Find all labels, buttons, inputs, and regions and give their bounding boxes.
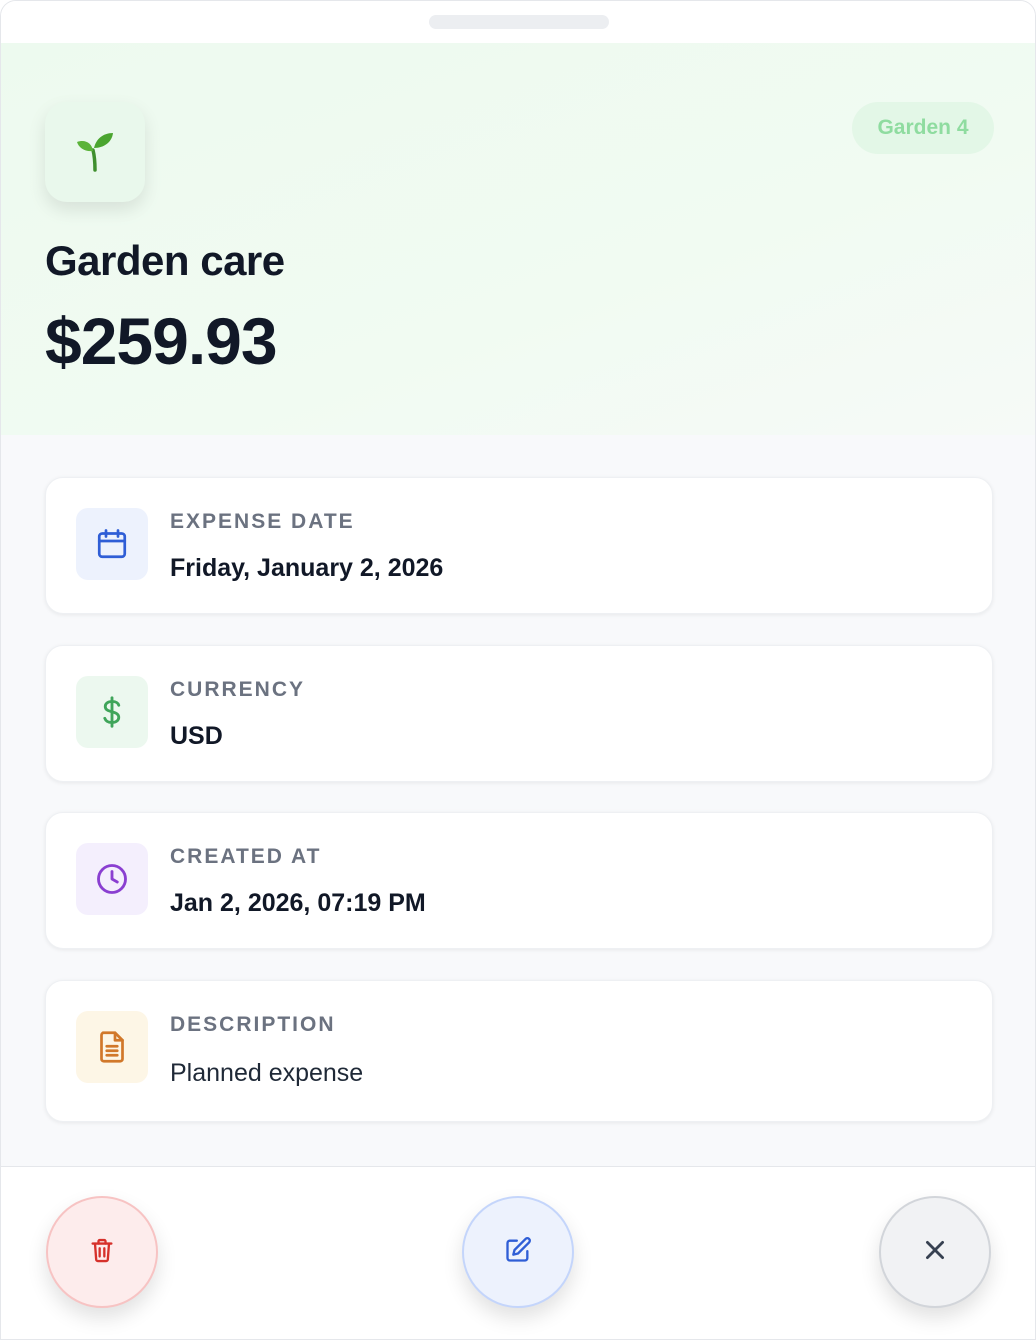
currency-label: CURRENCY [170, 678, 306, 701]
category-icon-box [45, 102, 145, 202]
expense-title: Garden care [45, 237, 285, 284]
description-label: DESCRIPTION [170, 1013, 336, 1036]
sheet-header [1, 1, 1035, 43]
delete-button[interactable] [46, 1196, 158, 1308]
drag-handle[interactable] [429, 15, 609, 29]
expense-date-card: EXPENSE DATE Friday, January 2, 2026 [45, 477, 993, 614]
calendar-icon [76, 508, 148, 580]
document-icon [76, 1011, 148, 1083]
expense-date-label: EXPENSE DATE [170, 510, 355, 533]
seedling-icon [71, 126, 119, 179]
close-icon [922, 1237, 948, 1268]
close-button[interactable] [879, 1196, 991, 1308]
expense-amount: $259.93 [45, 304, 278, 378]
currency-value: USD [170, 722, 223, 750]
currency-card: CURRENCY USD [45, 645, 993, 782]
clock-icon [76, 843, 148, 915]
tag-badge: Garden 4 [852, 102, 994, 154]
created-at-label: CREATED AT [170, 845, 322, 868]
edit-button[interactable] [462, 1196, 574, 1308]
dollar-icon [76, 676, 148, 748]
trash-icon [88, 1236, 116, 1269]
created-at-value: Jan 2, 2026, 07:19 PM [170, 889, 426, 917]
description-card: DESCRIPTION Planned expense [45, 980, 993, 1122]
edit-icon [504, 1236, 532, 1269]
expense-detail-sheet: Garden 4 Garden care $259.93 EXPENSE DAT… [0, 0, 1036, 1340]
expense-date-value: Friday, January 2, 2026 [170, 554, 444, 582]
created-at-card: CREATED AT Jan 2, 2026, 07:19 PM [45, 812, 993, 949]
description-value: Planned expense [170, 1059, 364, 1087]
